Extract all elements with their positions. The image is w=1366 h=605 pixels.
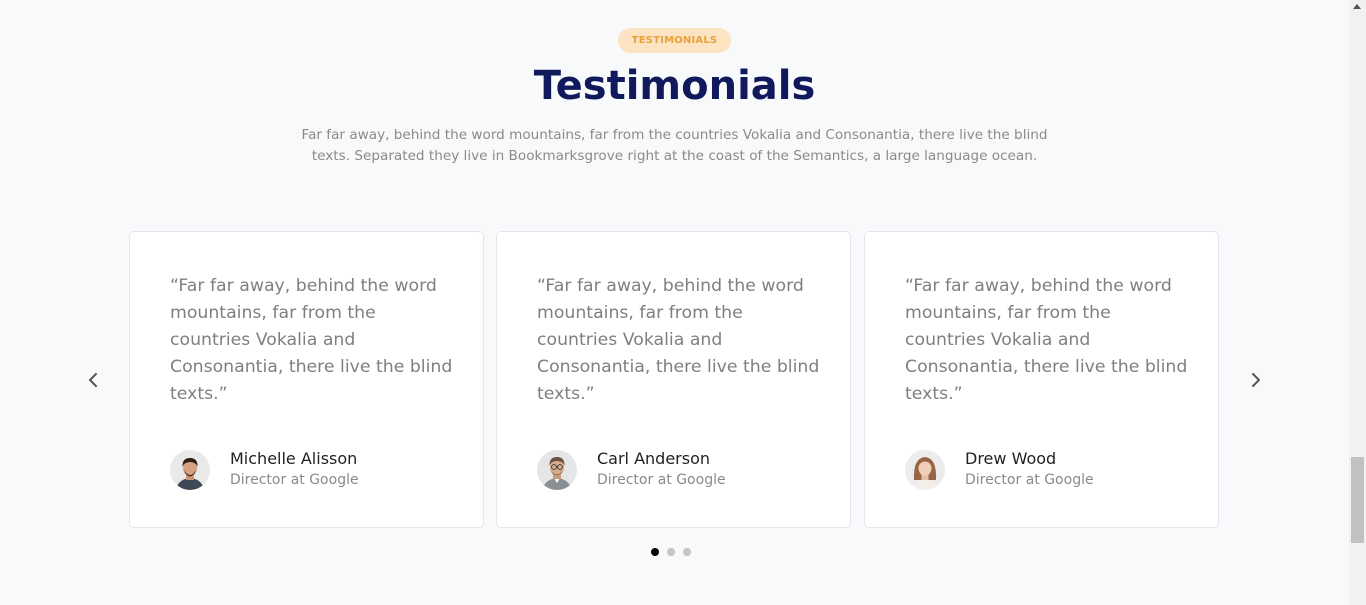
chevron-right-icon [1252, 373, 1260, 387]
testimonial-quote: “Far far away, behind the word mountains… [905, 276, 1188, 404]
author-role: Director at Google [230, 472, 359, 488]
pagination-dot-3[interactable] [683, 548, 691, 556]
chevron-left-icon [89, 373, 97, 387]
author-name: Michelle Alisson [230, 449, 358, 468]
page-scrollbar[interactable] [1349, 0, 1366, 605]
testimonial-quote: “Far far away, behind the word mountains… [170, 276, 453, 404]
section-title: Testimonials [533, 63, 816, 109]
testimonial-card: “Far far away, behind the word mountains… [129, 231, 484, 528]
carousel-next-button[interactable] [1244, 368, 1268, 392]
testimonial-quote: “Far far away, behind the word mountains… [537, 276, 820, 404]
scrollbar-thumb[interactable] [1351, 457, 1364, 543]
subtitle-line: Far far away, behind the word mountains,… [301, 127, 1048, 143]
author-name: Carl Anderson [597, 449, 711, 468]
pagination-dot-2[interactable] [667, 548, 675, 556]
testimonial-card: “Far far away, behind the word mountains… [496, 231, 851, 528]
carousel-pagination [651, 548, 691, 558]
author-name: Drew Wood [965, 449, 1057, 468]
pagination-dot-1[interactable] [651, 548, 659, 556]
avatar [905, 450, 945, 490]
section-badge: TESTIMONIALS [618, 28, 731, 53]
scroll-up-arrow-icon[interactable] [1353, 4, 1361, 9]
author-role: Director at Google [965, 472, 1094, 488]
avatar [537, 450, 577, 490]
avatar [170, 450, 210, 490]
testimonials-section: TESTIMONIALS Testimonials Far far away, … [0, 0, 1349, 605]
section-subtitle: Far far away, behind the word mountains,… [300, 125, 1049, 167]
carousel-prev-button[interactable] [81, 368, 105, 392]
testimonial-card: “Far far away, behind the word mountains… [864, 231, 1219, 528]
subtitle-line: texts. Separated they live in Bookmarksg… [311, 148, 1038, 164]
author-role: Director at Google [597, 472, 726, 488]
